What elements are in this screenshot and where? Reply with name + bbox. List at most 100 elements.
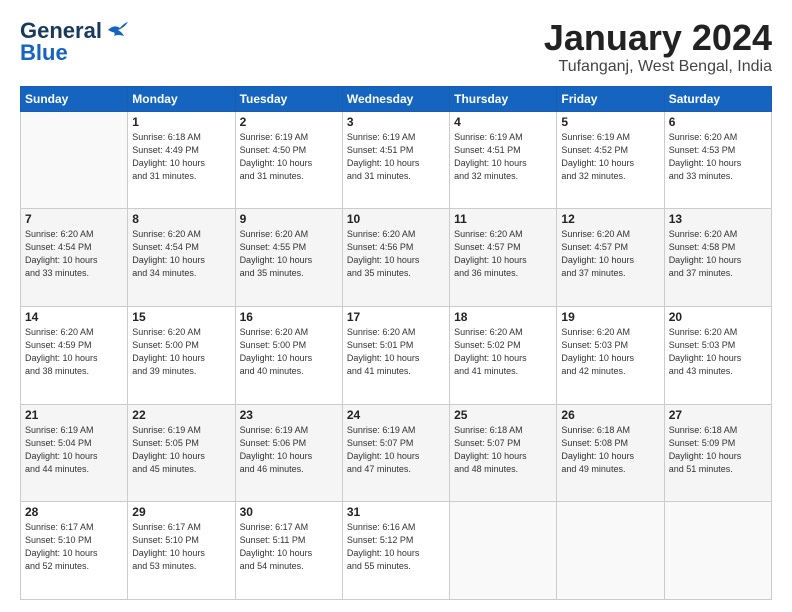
calendar-week-row: 28 Sunrise: 6:17 AM Sunset: 5:10 PM Dayli… <box>21 502 772 600</box>
day-number: 26 <box>561 408 659 422</box>
day-number: 20 <box>669 310 767 324</box>
weekday-header-tuesday: Tuesday <box>235 86 342 111</box>
day-info: Sunrise: 6:17 AM Sunset: 5:10 PM Dayligh… <box>132 521 230 573</box>
day-number: 16 <box>240 310 338 324</box>
calendar-body: 1 Sunrise: 6:18 AM Sunset: 4:49 PM Daylig… <box>21 111 772 599</box>
day-number: 28 <box>25 505 123 519</box>
day-number: 21 <box>25 408 123 422</box>
day-info: Sunrise: 6:20 AM Sunset: 5:01 PM Dayligh… <box>347 326 445 378</box>
day-number: 8 <box>132 212 230 226</box>
day-info: Sunrise: 6:20 AM Sunset: 4:54 PM Dayligh… <box>25 228 123 280</box>
calendar-week-row: 7 Sunrise: 6:20 AM Sunset: 4:54 PM Daylig… <box>21 209 772 307</box>
calendar-cell: 10 Sunrise: 6:20 AM Sunset: 4:56 PM Dayli… <box>342 209 449 307</box>
day-number: 3 <box>347 115 445 129</box>
calendar-cell: 26 Sunrise: 6:18 AM Sunset: 5:08 PM Dayli… <box>557 404 664 502</box>
calendar-cell: 1 Sunrise: 6:18 AM Sunset: 4:49 PM Daylig… <box>128 111 235 209</box>
calendar-title: January 2024 <box>544 18 772 58</box>
calendar-cell <box>450 502 557 600</box>
day-number: 24 <box>347 408 445 422</box>
day-info: Sunrise: 6:18 AM Sunset: 4:49 PM Dayligh… <box>132 131 230 183</box>
day-info: Sunrise: 6:19 AM Sunset: 5:07 PM Dayligh… <box>347 424 445 476</box>
calendar-cell: 3 Sunrise: 6:19 AM Sunset: 4:51 PM Daylig… <box>342 111 449 209</box>
day-info: Sunrise: 6:20 AM Sunset: 5:00 PM Dayligh… <box>132 326 230 378</box>
weekday-header-sunday: Sunday <box>21 86 128 111</box>
calendar-cell <box>21 111 128 209</box>
day-info: Sunrise: 6:18 AM Sunset: 5:09 PM Dayligh… <box>669 424 767 476</box>
day-info: Sunrise: 6:19 AM Sunset: 5:05 PM Dayligh… <box>132 424 230 476</box>
day-number: 25 <box>454 408 552 422</box>
calendar-cell: 24 Sunrise: 6:19 AM Sunset: 5:07 PM Dayli… <box>342 404 449 502</box>
day-number: 22 <box>132 408 230 422</box>
calendar-cell: 30Sunrise: 6:17 AM Sunset: 5:11 PM Dayli… <box>235 502 342 600</box>
day-info: Sunrise: 6:20 AM Sunset: 4:59 PM Dayligh… <box>25 326 123 378</box>
calendar-week-row: 14 Sunrise: 6:20 AM Sunset: 4:59 PM Dayli… <box>21 306 772 404</box>
calendar-cell: 21 Sunrise: 6:19 AM Sunset: 5:04 PM Dayli… <box>21 404 128 502</box>
calendar-cell: 4Sunrise: 6:19 AM Sunset: 4:51 PM Daylig… <box>450 111 557 209</box>
page: General Blue January 2024 Tufanganj, Wes… <box>0 0 792 612</box>
calendar-cell: 6 Sunrise: 6:20 AM Sunset: 4:53 PM Daylig… <box>664 111 771 209</box>
title-block: January 2024 Tufanganj, West Bengal, Ind… <box>544 18 772 76</box>
day-number: 31 <box>347 505 445 519</box>
calendar-cell: 22 Sunrise: 6:19 AM Sunset: 5:05 PM Dayli… <box>128 404 235 502</box>
calendar-cell: 16 Sunrise: 6:20 AM Sunset: 5:00 PM Dayli… <box>235 306 342 404</box>
day-info: Sunrise: 6:19 AM Sunset: 4:51 PM Dayligh… <box>454 131 552 183</box>
day-number: 13 <box>669 212 767 226</box>
calendar-table: SundayMondayTuesdayWednesdayThursdayFrid… <box>20 86 772 600</box>
day-info: Sunrise: 6:19 AM Sunset: 5:04 PM Dayligh… <box>25 424 123 476</box>
weekday-header-monday: Monday <box>128 86 235 111</box>
header: General Blue January 2024 Tufanganj, Wes… <box>20 18 772 76</box>
calendar-cell <box>557 502 664 600</box>
calendar-cell: 31 Sunrise: 6:16 AM Sunset: 5:12 PM Dayli… <box>342 502 449 600</box>
day-info: Sunrise: 6:20 AM Sunset: 4:57 PM Dayligh… <box>561 228 659 280</box>
day-number: 5 <box>561 115 659 129</box>
calendar-location: Tufanganj, West Bengal, India <box>544 58 772 76</box>
day-number: 10 <box>347 212 445 226</box>
calendar-cell: 2Sunrise: 6:19 AM Sunset: 4:50 PM Daylig… <box>235 111 342 209</box>
weekday-header-friday: Friday <box>557 86 664 111</box>
calendar-cell: 15 Sunrise: 6:20 AM Sunset: 5:00 PM Dayli… <box>128 306 235 404</box>
day-info: Sunrise: 6:20 AM Sunset: 4:57 PM Dayligh… <box>454 228 552 280</box>
day-info: Sunrise: 6:20 AM Sunset: 5:03 PM Dayligh… <box>669 326 767 378</box>
day-number: 27 <box>669 408 767 422</box>
calendar-cell: 8 Sunrise: 6:20 AM Sunset: 4:54 PM Daylig… <box>128 209 235 307</box>
calendar-cell: 17 Sunrise: 6:20 AM Sunset: 5:01 PM Dayli… <box>342 306 449 404</box>
calendar-header-row: SundayMondayTuesdayWednesdayThursdayFrid… <box>21 86 772 111</box>
calendar-cell: 18Sunrise: 6:20 AM Sunset: 5:02 PM Dayli… <box>450 306 557 404</box>
calendar-week-row: 1 Sunrise: 6:18 AM Sunset: 4:49 PM Daylig… <box>21 111 772 209</box>
calendar-cell: 7 Sunrise: 6:20 AM Sunset: 4:54 PM Daylig… <box>21 209 128 307</box>
calendar-cell: 20 Sunrise: 6:20 AM Sunset: 5:03 PM Dayli… <box>664 306 771 404</box>
day-number: 17 <box>347 310 445 324</box>
day-info: Sunrise: 6:20 AM Sunset: 4:56 PM Dayligh… <box>347 228 445 280</box>
day-info: Sunrise: 6:18 AM Sunset: 5:08 PM Dayligh… <box>561 424 659 476</box>
day-info: Sunrise: 6:20 AM Sunset: 5:02 PM Dayligh… <box>454 326 552 378</box>
day-info: Sunrise: 6:20 AM Sunset: 4:54 PM Dayligh… <box>132 228 230 280</box>
day-info: Sunrise: 6:20 AM Sunset: 5:03 PM Dayligh… <box>561 326 659 378</box>
calendar-cell: 28Sunrise: 6:17 AM Sunset: 5:10 PM Dayli… <box>21 502 128 600</box>
calendar-cell: 11 Sunrise: 6:20 AM Sunset: 4:57 PM Dayli… <box>450 209 557 307</box>
day-number: 7 <box>25 212 123 226</box>
day-number: 15 <box>132 310 230 324</box>
calendar-cell: 13Sunrise: 6:20 AM Sunset: 4:58 PM Dayli… <box>664 209 771 307</box>
logo: General Blue <box>20 18 128 66</box>
logo-general: General <box>20 18 102 43</box>
day-number: 9 <box>240 212 338 226</box>
day-info: Sunrise: 6:20 AM Sunset: 5:00 PM Dayligh… <box>240 326 338 378</box>
calendar-cell: 29Sunrise: 6:17 AM Sunset: 5:10 PM Dayli… <box>128 502 235 600</box>
day-info: Sunrise: 6:17 AM Sunset: 5:11 PM Dayligh… <box>240 521 338 573</box>
day-info: Sunrise: 6:20 AM Sunset: 4:53 PM Dayligh… <box>669 131 767 183</box>
weekday-header-wednesday: Wednesday <box>342 86 449 111</box>
day-info: Sunrise: 6:19 AM Sunset: 4:51 PM Dayligh… <box>347 131 445 183</box>
calendar-cell: 5Sunrise: 6:19 AM Sunset: 4:52 PM Daylig… <box>557 111 664 209</box>
calendar-cell: 23Sunrise: 6:19 AM Sunset: 5:06 PM Dayli… <box>235 404 342 502</box>
day-number: 11 <box>454 212 552 226</box>
day-number: 6 <box>669 115 767 129</box>
day-info: Sunrise: 6:20 AM Sunset: 4:55 PM Dayligh… <box>240 228 338 280</box>
calendar-cell: 9 Sunrise: 6:20 AM Sunset: 4:55 PM Daylig… <box>235 209 342 307</box>
calendar-cell: 25Sunrise: 6:18 AM Sunset: 5:07 PM Dayli… <box>450 404 557 502</box>
day-number: 1 <box>132 115 230 129</box>
calendar-cell: 12Sunrise: 6:20 AM Sunset: 4:57 PM Dayli… <box>557 209 664 307</box>
calendar-cell <box>664 502 771 600</box>
day-number: 2 <box>240 115 338 129</box>
day-number: 14 <box>25 310 123 324</box>
day-info: Sunrise: 6:16 AM Sunset: 5:12 PM Dayligh… <box>347 521 445 573</box>
